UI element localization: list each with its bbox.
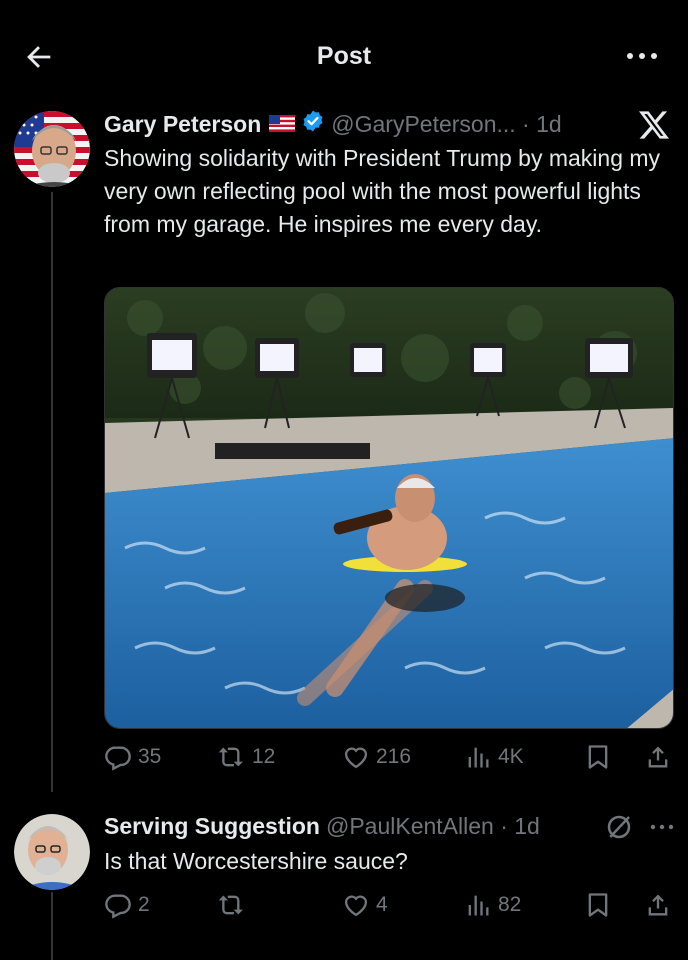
bookmark-button[interactable] (584, 740, 612, 774)
reply-header: Serving Suggestion @PaulKentAllen · 1d (104, 810, 540, 842)
repost-icon (218, 895, 243, 915)
ellipsis-icon (650, 824, 674, 830)
reply-handle-time[interactable]: @PaulKentAllen · 1d (326, 813, 540, 840)
us-flag-icon (269, 111, 296, 138)
heart-icon (344, 895, 368, 917)
repost-button[interactable]: 12 (218, 740, 275, 774)
page-title: Post (316, 42, 372, 70)
ellipsis-icon (627, 53, 657, 59)
like-button[interactable]: 4 (342, 888, 388, 922)
reply-button[interactable]: 2 (104, 888, 150, 922)
like-count: 216 (376, 745, 412, 768)
views-bar-chart-icon (468, 895, 489, 916)
share-icon (648, 894, 668, 916)
author-handle-time[interactable]: @GaryPeterson... · 1d (331, 111, 561, 138)
verified-badge-icon[interactable] (301, 109, 325, 139)
post-header: Gary Peterson @GaryPeterson... · 1d (104, 108, 562, 140)
reply-icon (105, 746, 131, 771)
more-options-button[interactable] (624, 44, 660, 68)
thread-connector (51, 192, 53, 792)
x-logo-icon (636, 110, 672, 140)
bookmark-button[interactable] (584, 888, 612, 922)
share-button[interactable] (644, 888, 672, 922)
reply-author-name[interactable]: Serving Suggestion (104, 813, 320, 840)
grok-icon[interactable] (604, 812, 634, 842)
like-count: 4 (376, 893, 388, 916)
post-text: Showing solidarity with President Trump … (104, 145, 661, 237)
views-bar-chart-icon (468, 747, 489, 768)
view-count: 4K (498, 745, 524, 768)
reply-count: 2 (138, 893, 150, 916)
heart-icon (344, 747, 368, 769)
repost-icon (218, 747, 243, 767)
repost-count: 12 (252, 745, 276, 768)
views-button[interactable]: 82 (464, 888, 521, 922)
reply-count: 35 (138, 745, 162, 768)
bookmark-icon (588, 893, 608, 917)
repost-button[interactable] (218, 888, 252, 922)
reply-more-button[interactable] (648, 817, 676, 837)
bookmark-icon (588, 745, 608, 769)
top-bar: Post (0, 0, 688, 110)
reply-text: Is that Worcestershire sauce? (104, 848, 408, 874)
thread-connector (51, 892, 53, 960)
view-count: 82 (498, 893, 522, 916)
post-actions: 35 12 216 4K (104, 740, 674, 774)
post-media-image[interactable] (104, 287, 674, 729)
reply-button[interactable]: 35 (104, 740, 161, 774)
views-button[interactable]: 4K (464, 740, 524, 774)
reply-icon (105, 894, 131, 919)
like-button[interactable]: 216 (342, 740, 411, 774)
reply-actions: 2 4 82 (104, 888, 674, 922)
share-button[interactable] (644, 740, 672, 774)
share-icon (648, 746, 668, 768)
avatar[interactable] (14, 814, 90, 890)
author-name[interactable]: Gary Peterson (104, 111, 261, 138)
avatar[interactable] (14, 111, 90, 187)
